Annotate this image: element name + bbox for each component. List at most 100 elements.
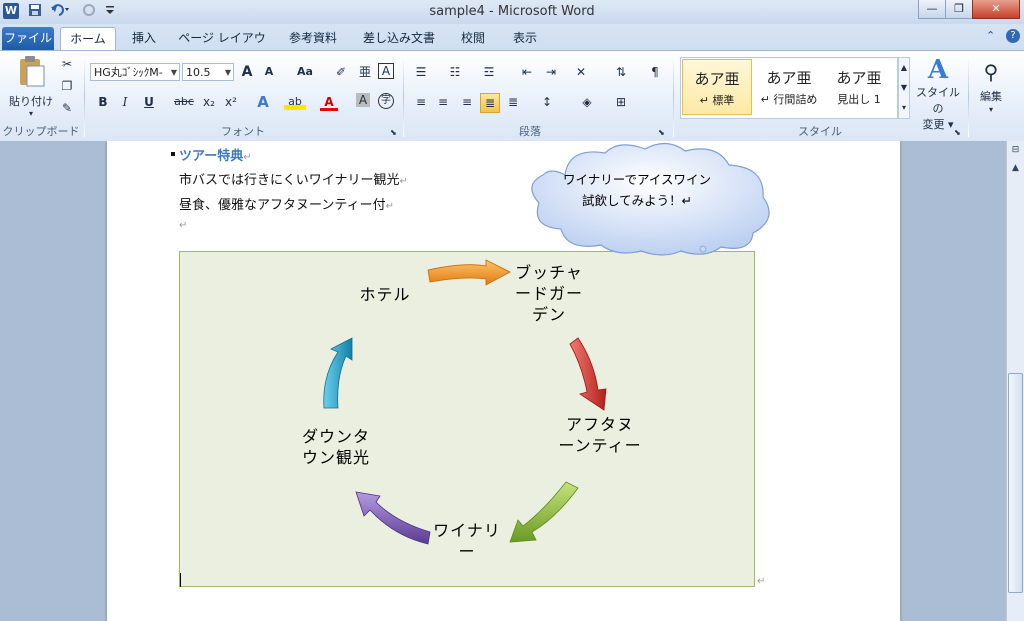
cycle-item-afternoon-tea[interactable]: アフタヌーンティー — [558, 414, 642, 456]
text-cursor — [180, 573, 181, 587]
char-border-icon[interactable]: A — [378, 63, 394, 79]
close-button[interactable]: ✕ — [972, 0, 1020, 19]
clear-format-icon[interactable]: ✐ — [332, 63, 350, 81]
divider — [403, 55, 404, 137]
dialog-launcher-icon[interactable]: ⬊ — [658, 125, 665, 141]
distributed-icon[interactable]: ≣ — [504, 93, 522, 111]
decrease-indent-icon[interactable]: ⇤ — [518, 63, 536, 81]
style-gallery: あア亜 ↵ 標準 あア亜 ↵ 行間詰め あア亜 見出し 1 — [680, 57, 898, 119]
scroll-thumb[interactable] — [1008, 373, 1023, 593]
cycle-item-butchart[interactable]: ブッチャードガーデン — [508, 262, 590, 325]
align-center-icon[interactable]: ≡ — [434, 93, 452, 111]
dialog-launcher-icon[interactable]: ⬊ — [954, 125, 961, 141]
shrink-font-button[interactable]: A — [260, 63, 278, 81]
bold-button[interactable]: B — [94, 93, 112, 111]
char-shading-button[interactable]: A — [356, 93, 370, 107]
gallery-scroll-button[interactable]: ▲ ▼ ▾ — [898, 57, 910, 119]
cycle-arrow-5 — [323, 337, 353, 409]
tab-page-layout[interactable]: ページ レイアウト — [176, 27, 268, 67]
increase-indent-icon[interactable]: ⇥ — [542, 63, 560, 81]
style-preview: あア亜 — [766, 69, 812, 87]
asian-layout-icon[interactable]: ✕ — [572, 63, 590, 81]
change-case-button[interactable]: Aa — [292, 64, 318, 80]
tab-file[interactable]: ファイル — [2, 27, 54, 50]
font-color-button[interactable]: A — [320, 93, 338, 111]
tab-review[interactable]: 校閲 — [454, 27, 492, 50]
style-heading-1[interactable]: あア亜 見出し 1 — [824, 59, 894, 115]
cycle-item-downtown[interactable]: ダウンタウン観光 — [294, 426, 378, 468]
line-spacing-icon[interactable]: ↕ — [538, 93, 556, 111]
grow-font-button[interactable]: A — [238, 63, 256, 81]
underline-button[interactable]: U — [140, 93, 158, 111]
body-line-2[interactable]: 昼食、優雅なアフタヌーンティー付↵ — [179, 194, 394, 213]
multilevel-list-icon[interactable]: ☲ — [480, 63, 498, 81]
subscript-button[interactable]: x₂ — [200, 93, 218, 111]
document-page[interactable]: ツアー特典↵ 市バスでは行きにくいワイナリー観光↵ 昼食、優雅なアフタヌーンティ… — [107, 141, 900, 621]
cycle-diagram[interactable]: ホテル ブッチャードガーデン アフタヌーンティー ワイナリー ダウンタウン観光 — [179, 251, 755, 587]
align-right-icon[interactable]: ≡ — [458, 93, 476, 111]
dialog-launcher-icon[interactable]: ⬊ — [390, 125, 397, 141]
show-marks-icon[interactable]: ¶ — [646, 63, 664, 81]
maximize-button[interactable]: ❐ — [945, 0, 973, 19]
strikethrough-button[interactable]: abc — [172, 94, 196, 110]
vertical-scrollbar[interactable]: ⊟ ▲ — [1006, 141, 1024, 621]
cycle-item-hotel[interactable]: ホテル — [340, 284, 430, 305]
paste-button[interactable]: 貼り付け ▾ — [8, 55, 54, 119]
style-preview: あア亜 — [836, 69, 882, 87]
body-line-1[interactable]: 市バスでは行きにくいワイナリー観光↵ — [179, 169, 408, 188]
bullet — [171, 152, 175, 156]
numbering-icon[interactable]: ☷ — [446, 63, 464, 81]
editing-button[interactable]: ⚲ 編集 ▾ — [972, 55, 1010, 117]
document-area: ツアー特典↵ 市バスでは行きにくいワイナリー観光↵ 昼食、優雅なアフタヌーンティ… — [0, 141, 1006, 621]
collapse-ribbon-icon[interactable]: ⌃ — [986, 29, 995, 42]
font-size-value: 10.5 — [186, 66, 211, 79]
shading-icon[interactable]: ◈ — [578, 93, 596, 111]
copy-icon[interactable]: ❐ — [58, 77, 76, 95]
chevron-down-icon: ▼ — [170, 68, 177, 77]
ribbon: 貼り付け ▾ ✂ ❐ ✎ クリップボード HG丸ｺﾞｼｯｸM- ▼ 10.5 ▼ A… — [0, 50, 1024, 142]
change-styles-button[interactable]: A スタイルの 変更 ▾ — [912, 55, 964, 131]
paragraph-mark: ↵ — [399, 176, 408, 187]
font-name-combo[interactable]: HG丸ｺﾞｼｯｸM- ▼ — [90, 63, 180, 81]
format-painter-icon[interactable]: ✎ — [58, 99, 76, 117]
cycle-arrow-2 — [569, 337, 607, 411]
phonetic-guide-icon[interactable]: 亜 — [356, 63, 374, 81]
cut-icon[interactable]: ✂ — [58, 55, 76, 73]
chevron-down-icon: ▼ — [224, 68, 231, 77]
tour-heading[interactable]: ツアー特典↵ — [179, 145, 252, 164]
cycle-arrow-4 — [355, 491, 431, 545]
paragraph-mark: ↵ — [757, 576, 766, 587]
tab-home[interactable]: ホーム — [60, 27, 116, 51]
style-name: ↵ 行間詰め — [760, 93, 818, 106]
tab-insert[interactable]: 挿入 — [124, 27, 164, 50]
title-bar: W sample4 - Microsoft Word — ❐ ✕ — [0, 0, 1024, 24]
borders-icon[interactable]: ⊞ — [612, 93, 630, 111]
bullets-icon[interactable]: ☰ — [412, 63, 430, 81]
italic-button[interactable]: I — [116, 93, 134, 111]
window-title: sample4 - Microsoft Word — [429, 4, 595, 19]
cloud-callout-text: ワイナリーでアイスワイン試飲してみよう！↵ — [562, 172, 711, 208]
justify-icon[interactable]: ≣ — [480, 93, 500, 113]
change-styles-icon: A — [927, 55, 949, 85]
cycle-item-winery[interactable]: ワイナリー — [426, 520, 508, 562]
style-name: ↵ 標準 — [699, 94, 735, 107]
tab-references[interactable]: 参考資料 — [282, 27, 344, 50]
body-line-1-text: 市バスでは行きにくいワイナリー観光 — [179, 173, 400, 188]
font-size-combo[interactable]: 10.5 ▼ — [182, 63, 234, 81]
tab-mailings[interactable]: 差し込み文書 — [356, 27, 442, 50]
tab-view[interactable]: 表示 — [504, 27, 546, 50]
style-no-spacing[interactable]: あア亜 ↵ 行間詰め — [754, 59, 824, 115]
sort-icon[interactable]: ⇅ — [612, 63, 630, 81]
align-left-icon[interactable]: ≡ — [412, 93, 430, 111]
help-icon[interactable]: ? — [1006, 29, 1020, 43]
superscript-button[interactable]: x² — [222, 93, 240, 111]
ruler-toggle-icon[interactable]: ⊟ — [1008, 143, 1023, 157]
styles-group-label: スタイル — [798, 125, 842, 138]
style-normal[interactable]: あア亜 ↵ 標準 — [682, 59, 752, 115]
text-effects-button[interactable]: A — [254, 93, 272, 111]
minimize-button[interactable]: — — [918, 0, 946, 19]
enclose-char-button[interactable]: 字 — [378, 93, 394, 109]
highlight-button[interactable]: ab — [284, 94, 306, 110]
scroll-up-icon[interactable]: ▲ — [1008, 161, 1023, 175]
paragraph-mark: ↵ — [385, 201, 394, 212]
